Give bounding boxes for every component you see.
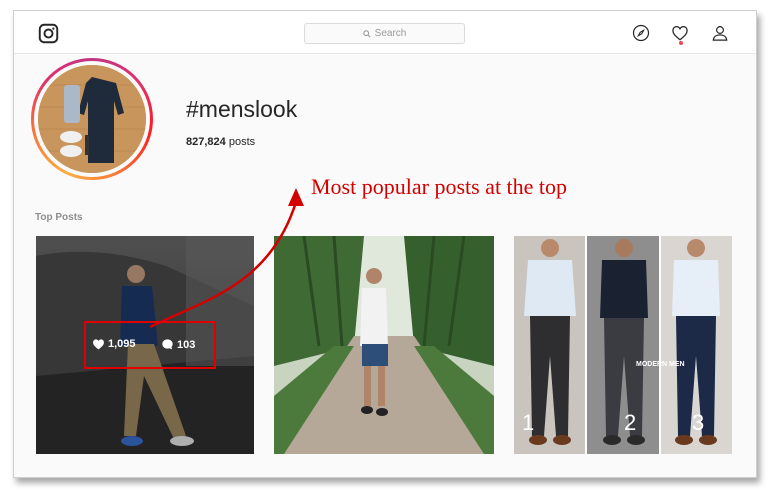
comment-bubble-icon (162, 339, 173, 350)
likes-stat: 1,095 (92, 338, 136, 350)
likes-count: 1,095 (108, 338, 136, 350)
annotation-text: Most popular posts at the top (311, 174, 568, 199)
heart-filled-icon (93, 339, 104, 350)
comments-stat: 103 (161, 338, 195, 351)
annotation-arrow (149, 188, 304, 329)
comments-count: 103 (177, 338, 196, 351)
